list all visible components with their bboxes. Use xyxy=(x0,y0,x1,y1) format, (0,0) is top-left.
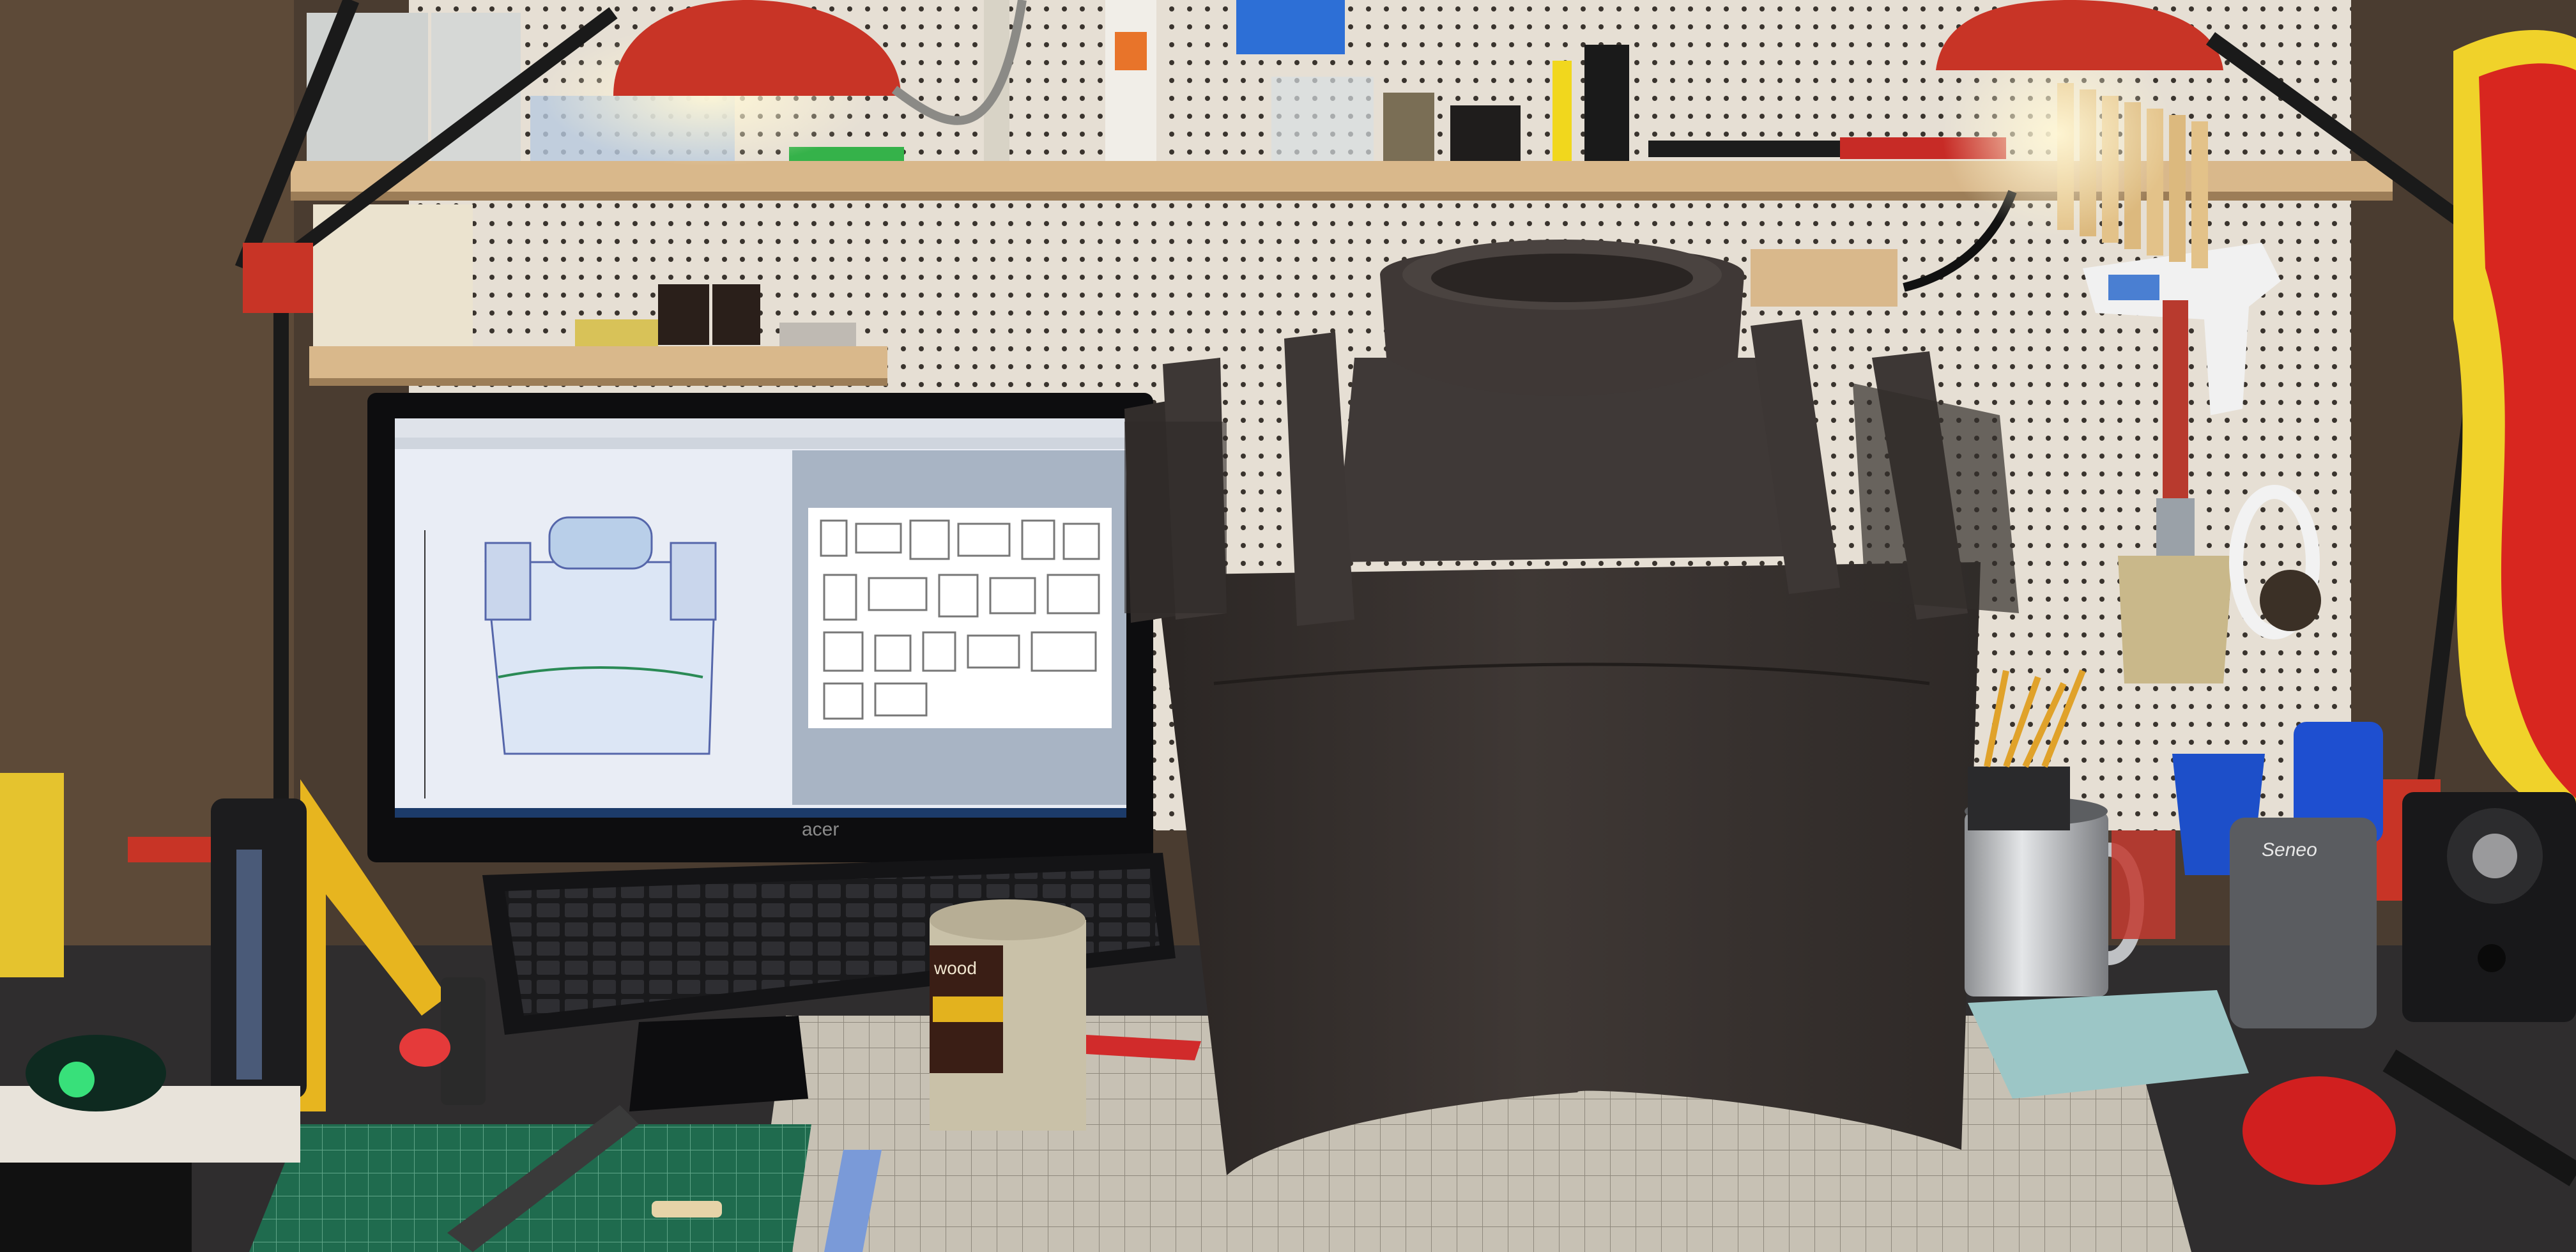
red-tape xyxy=(399,1028,450,1067)
app-toolbar xyxy=(395,438,1126,449)
paintbrush-bristles xyxy=(2118,556,2233,683)
green-led xyxy=(59,1062,95,1097)
bead-box xyxy=(575,319,658,346)
armor-collar-opening xyxy=(1431,254,1693,302)
plastic-cup xyxy=(1271,77,1374,161)
app-menubar xyxy=(395,418,1126,438)
red-mouse xyxy=(2242,1076,2396,1185)
smartphone xyxy=(629,1016,808,1111)
photo-canvas: acer wood Seneo xyxy=(0,0,2576,1252)
torso-3d-model xyxy=(484,516,717,755)
tool-jar xyxy=(1383,93,1434,161)
lower-shelf-edge xyxy=(309,378,887,386)
yellow-ruler xyxy=(1552,61,1572,161)
paintbrush-handle xyxy=(2163,300,2188,511)
power-bank-label: Seneo xyxy=(2262,839,2317,860)
glue-gun-label xyxy=(2108,275,2159,300)
foam-scrap xyxy=(652,1201,722,1218)
clamp xyxy=(1584,45,1629,161)
pencil-cup xyxy=(1968,767,2070,830)
red-jar xyxy=(2112,830,2175,939)
hinge-parts xyxy=(779,323,856,346)
marker xyxy=(236,850,262,1080)
tape-measure xyxy=(2260,570,2321,631)
thread-spool xyxy=(658,284,709,345)
right-shoulder-pad xyxy=(1853,383,2019,613)
paint-can: wood xyxy=(930,899,1086,1131)
monitor-brand-label: acer xyxy=(802,819,839,840)
blue-package xyxy=(1236,0,1345,54)
thread-spool-2 xyxy=(712,284,760,345)
product-box-left xyxy=(0,773,64,977)
speaker-port xyxy=(2478,944,2506,972)
pattern-sheet xyxy=(808,508,1112,728)
windows-taskbar xyxy=(395,808,1126,818)
armor-torso xyxy=(1156,562,1981,1175)
craft-knife xyxy=(1648,141,1840,157)
lower-shelf xyxy=(309,346,887,378)
speaker-cone xyxy=(2472,834,2517,878)
paintbrush-ferrule xyxy=(2156,498,2195,562)
glue-label xyxy=(1115,32,1147,70)
left-lamp-joint xyxy=(243,243,313,313)
wood-block xyxy=(1751,249,1897,307)
paint-can-label: wood xyxy=(933,958,977,978)
green-light-device xyxy=(26,1035,166,1111)
workbench-photo: acer wood Seneo xyxy=(0,0,2576,1252)
left-shoulder-pad xyxy=(1124,422,1227,613)
clamp-handle xyxy=(128,837,211,862)
tape-roll xyxy=(1450,105,1521,161)
elmers-glue-bottle xyxy=(1105,0,1156,161)
